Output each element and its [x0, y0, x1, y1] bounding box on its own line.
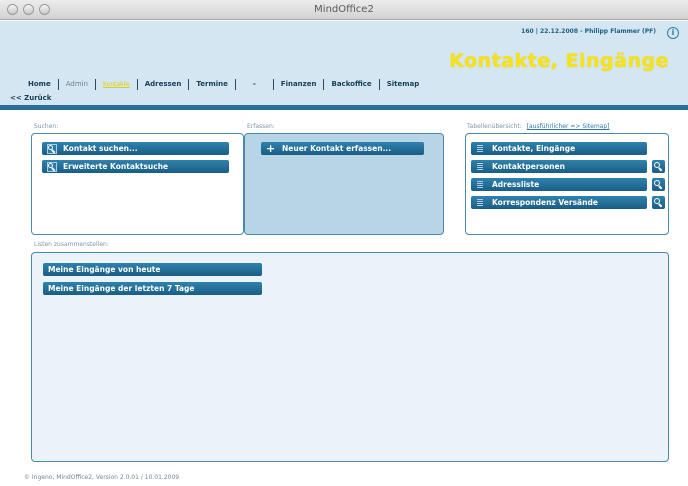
- erweiterte-kontaktsuche-button[interactable]: Erweiterte Kontaktsuche: [42, 160, 229, 173]
- create-panel: + Neuer Kontakt erfassen...: [244, 133, 444, 235]
- window-title: MindOffice2: [314, 4, 374, 15]
- table-icon: [476, 162, 486, 172]
- page-title: Kontakte, Eingänge: [449, 50, 669, 72]
- search-icon[interactable]: [652, 196, 665, 209]
- table-adressliste-button[interactable]: Adressliste: [471, 178, 647, 191]
- nav-separator: [378, 78, 380, 90]
- create-section-label: Erfassen:: [247, 123, 275, 130]
- nav-adressen[interactable]: Adressen: [145, 80, 182, 88]
- search-section-label: Suchen:: [34, 123, 59, 130]
- search-icon[interactable]: [652, 178, 665, 191]
- nav-separator: [188, 78, 190, 90]
- back-link[interactable]: << Zurück: [10, 94, 51, 102]
- sitemap-link[interactable]: [ausführlicher => Sitemap]: [527, 123, 610, 130]
- header-divider: [0, 105, 688, 110]
- nav-home[interactable]: Home: [28, 80, 51, 88]
- tables-section-label: Tabellenübersicht: [ausführlicher => Site…: [467, 123, 610, 130]
- table-kontakte-eingaenge-button[interactable]: Kontakte, Eingänge: [471, 142, 647, 155]
- nav-separator: [234, 78, 236, 90]
- tables-panel: Kontakte, Eingänge Kontaktpersonen Adres…: [465, 133, 669, 235]
- app-window: MindOffice2 160 | 22.12.2008 - Philipp F…: [0, 0, 688, 486]
- nav-separator: [323, 78, 325, 90]
- nav-termine[interactable]: Termine: [196, 80, 227, 88]
- list-eingaenge-7-tage-button[interactable]: Meine Eingänge der letzten 7 Tage: [43, 282, 262, 295]
- kontakt-suchen-button[interactable]: Kontakt suchen...: [42, 142, 229, 155]
- nav-separator: [136, 78, 138, 90]
- list-eingaenge-heute-button[interactable]: Meine Eingänge von heute: [43, 263, 262, 276]
- table-korrespondenz-button[interactable]: Korrespondenz Versände: [471, 196, 647, 209]
- main-nav: Home Admin Kontakte Adressen Termine - F…: [28, 78, 419, 90]
- nav-separator: [95, 78, 97, 90]
- footer-copyright: © Ingeno, MindOffice2, Version 2.0.01 / …: [24, 474, 180, 481]
- window-titlebar: MindOffice2: [0, 0, 688, 20]
- lists-panel: Meine Eingänge von heute Meine Eingänge …: [31, 252, 669, 462]
- nav-backoffice[interactable]: Backoffice: [331, 80, 371, 88]
- table-icon: [476, 180, 486, 190]
- search-icon[interactable]: [652, 160, 665, 173]
- page-header: 160 | 22.12.2008 - Philipp Flammer (PF) …: [0, 21, 688, 108]
- nav-admin[interactable]: Admin: [66, 80, 88, 88]
- neuer-kontakt-button[interactable]: + Neuer Kontakt erfassen...: [261, 142, 424, 155]
- nav-separator: [57, 78, 59, 90]
- user-info: 160 | 22.12.2008 - Philipp Flammer (PF): [521, 28, 656, 35]
- search-icon: [47, 143, 57, 154]
- nav-kontakte[interactable]: Kontakte: [103, 81, 130, 88]
- table-icon: [476, 198, 486, 208]
- info-icon[interactable]: i: [667, 27, 679, 39]
- search-icon: [47, 161, 57, 172]
- plus-icon: +: [266, 141, 276, 155]
- lists-section-label: Listen zusammenstellen:: [34, 241, 109, 248]
- nav-placeholder[interactable]: -: [253, 80, 256, 88]
- nav-separator: [272, 78, 274, 90]
- search-panel: Kontakt suchen... Erweiterte Kontaktsuch…: [31, 133, 244, 235]
- nav-sitemap[interactable]: Sitemap: [387, 80, 420, 88]
- nav-finanzen[interactable]: Finanzen: [281, 80, 317, 88]
- table-kontaktpersonen-button[interactable]: Kontaktpersonen: [471, 160, 647, 173]
- table-icon: [476, 144, 486, 154]
